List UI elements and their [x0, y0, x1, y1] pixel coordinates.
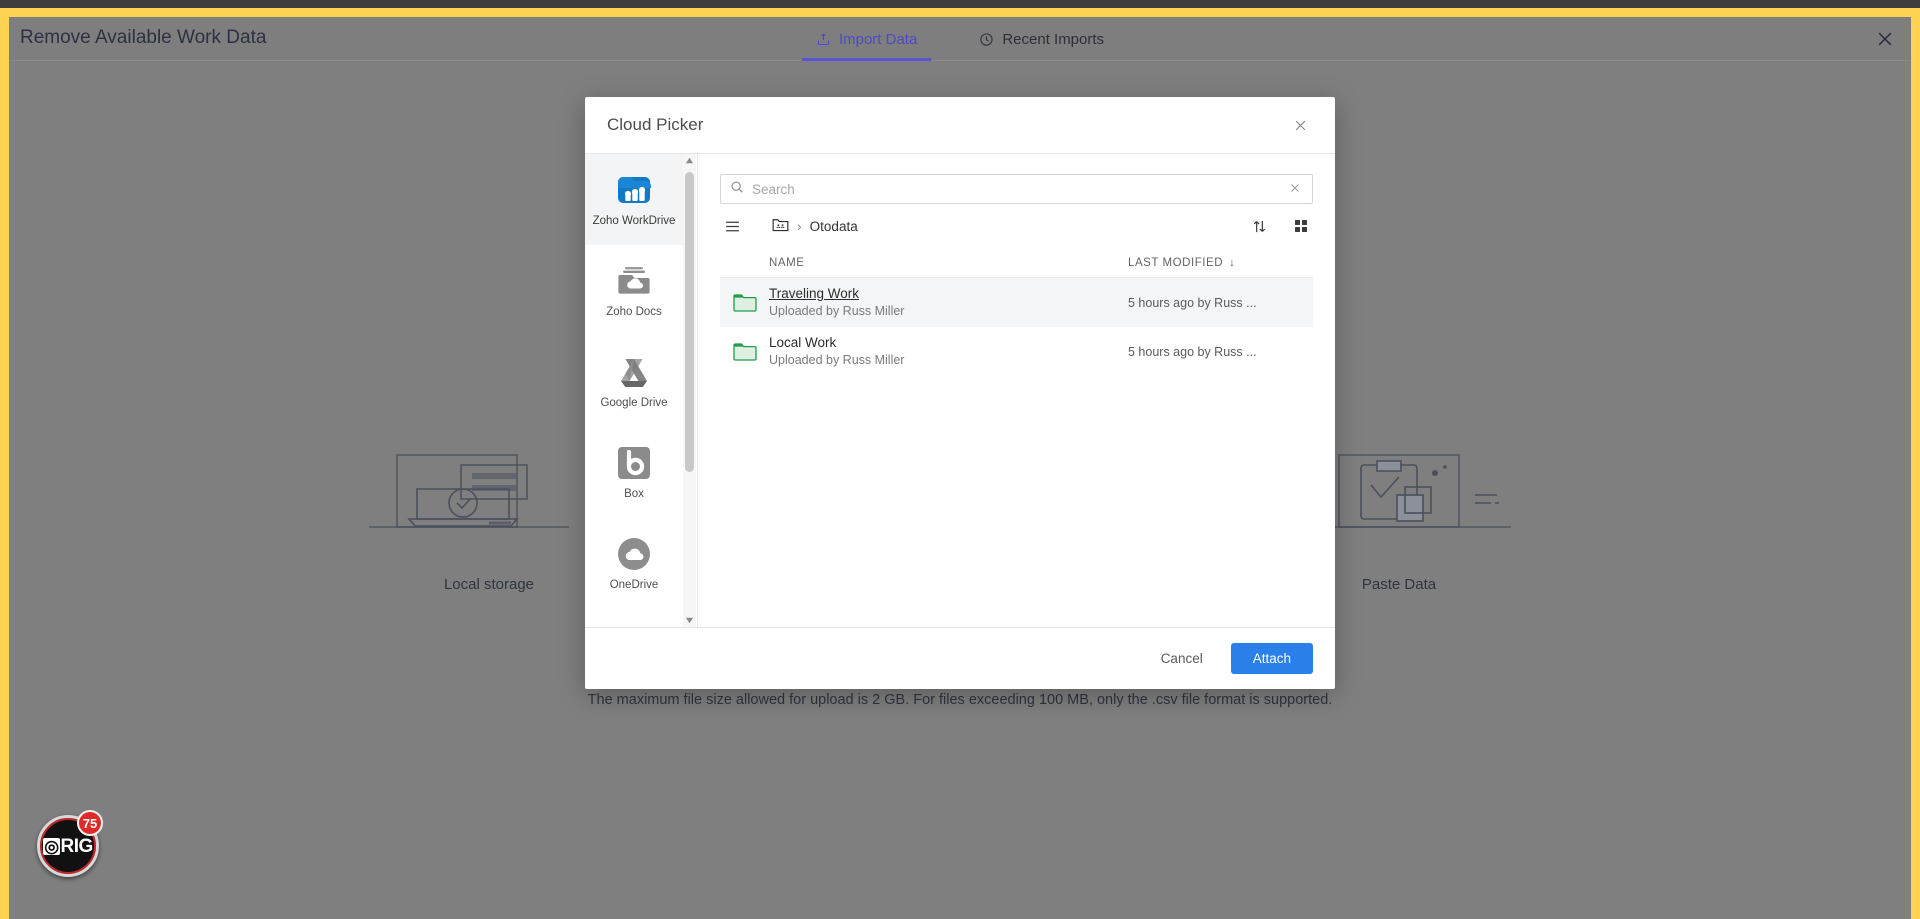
scroll-up-icon[interactable] — [683, 154, 696, 167]
scroll-down-icon[interactable] — [683, 614, 696, 627]
recording-frame: Remove Available Work Data Import Data R… — [0, 0, 1920, 919]
screen-recording-border — [0, 8, 1920, 919]
